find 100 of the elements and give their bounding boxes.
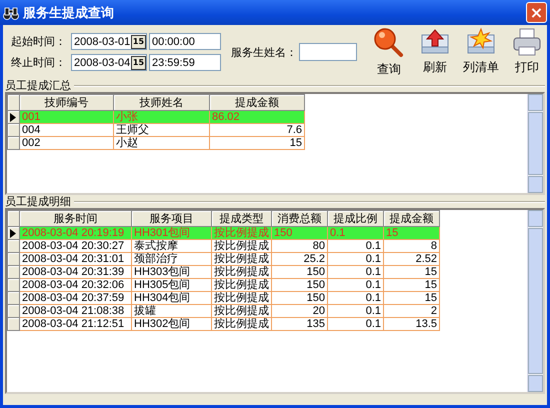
table-cell: HH302包间 [132,318,212,330]
table-cell: 拔罐 [132,304,212,318]
table-cell: 2008-03-04 20:37:59 [20,292,132,304]
search-button[interactable]: 查询 [369,26,409,78]
table-cell: HH304包间 [132,292,212,304]
group-title: 员工提成明细 [5,195,72,208]
table-cell: 150 [272,266,328,278]
table-cell: 按比例提成 [212,252,272,266]
table-cell: 004 [20,124,114,136]
column-header[interactable]: 提成金额 [384,210,440,226]
binoculars-icon [3,6,19,20]
table-cell: 0.1 [328,266,384,278]
table-cell: HH301包间 [132,226,212,240]
table-cell: 2008-03-04 20:32:06 [20,278,132,292]
table-cell: 小赵 [114,136,210,150]
table-cell: 2008-03-04 21:08:38 [20,304,132,318]
table-cell: 25.2 [272,252,328,266]
column-header[interactable]: 提成比例 [328,210,384,226]
table-cell: 0.1 [328,226,384,240]
table-cell: 2008-03-04 20:19:19 [20,226,132,240]
print-button[interactable]: 打印 [507,26,547,78]
table-cell: 泰式按摩 [132,240,212,252]
date-field[interactable]: 2008-03-04 15 [71,54,147,71]
table-row[interactable]: 002 小赵 15 [8,136,304,150]
scrollbar[interactable] [527,94,543,193]
scrollbar[interactable] [527,210,543,392]
table-cell: 0.1 [328,278,384,292]
group-title: 员工提成汇总 [5,79,72,92]
calendar-button[interactable]: 15 [131,56,146,70]
table-cell: 0.1 [328,292,384,304]
table-cell: 80 [272,240,328,252]
table-cell: 86.02 [210,110,304,124]
refresh-button[interactable]: 刷新 [415,26,455,78]
table-cell: 150 [272,278,328,292]
table-cell: 002 [20,136,114,150]
table-row[interactable]: 2008-03-04 20:32:06 HH305包间 按比例提成 150 0.1 15 [8,278,440,292]
table-cell: 2.52 [384,252,440,266]
table-cell: 15 [210,136,304,150]
table-cell: 7.6 [210,124,304,136]
column-header[interactable]: 消费总额 [272,210,328,226]
date-field[interactable]: 2008-03-01 15 [71,33,147,50]
table-cell: 王师父 [114,124,210,136]
table-cell: 2008-03-04 21:12:51 [20,318,132,330]
table-cell: 按比例提成 [212,278,272,292]
table-cell: 0.1 [328,304,384,318]
table-cell: 按比例提成 [212,240,272,252]
table-cell: 按比例提成 [212,304,272,318]
table-cell: 001 [20,110,114,124]
table-cell: 150 [272,226,328,240]
table-cell: HH305包间 [132,278,212,292]
table-cell: 2 [384,304,440,318]
close-button[interactable]: × [526,2,547,23]
table-cell: 15 [384,292,440,304]
table-cell: 13.5 [384,318,440,330]
table-cell: 15 [384,266,440,278]
time-field[interactable]: 00:00:00 [149,33,221,50]
column-header[interactable]: 服务时间 [20,210,132,226]
table-cell: 135 [272,318,328,330]
column-header[interactable]: 提成金额 [210,94,304,110]
table-cell: 2008-03-04 20:31:39 [20,266,132,278]
waiter-name-field[interactable] [299,43,357,61]
table-cell: 150 [272,292,328,304]
column-header[interactable]: 技师姓名 [114,94,210,110]
current-row-icon [10,112,16,122]
table-cell: 15 [384,226,440,240]
calendar-button[interactable]: 15 [131,34,146,48]
table-cell: 小张 [114,110,210,124]
list-button[interactable]: 列清单 [461,26,501,78]
time-field[interactable]: 23:59:59 [149,54,221,71]
field-label: 起始时间： [11,34,67,49]
field-label: 终止时间： [11,55,67,70]
table-row[interactable]: 004 王师父 7.6 [8,124,304,136]
table-cell: 0.1 [328,240,384,252]
table-cell: 0.1 [328,252,384,266]
column-header[interactable]: 技师编号 [20,94,114,110]
table-row[interactable]: 2008-03-04 20:31:01 颈部治疗 按比例提成 25.2 0.1 2.52 [8,252,440,266]
field-label: 服务生姓名： [231,44,297,60]
table-cell: 2008-03-04 20:31:01 [20,252,132,266]
table-cell: 按比例提成 [212,292,272,304]
table-cell: 15 [384,278,440,292]
table-row[interactable]: 2008-03-04 20:31:39 HH303包间 按比例提成 150 0.1 15 [8,266,440,278]
table-row[interactable]: 2008-03-04 20:30:27 泰式按摩 按比例提成 80 0.1 8 [8,240,440,252]
table-cell: 颈部治疗 [132,252,212,266]
table-cell: 按比例提成 [212,266,272,278]
column-header[interactable]: 提成类型 [212,210,272,226]
magnifier-icon [373,26,405,58]
column-header[interactable]: 服务项目 [132,210,212,226]
table-cell: 8 [384,240,440,252]
table-cell: HH303包间 [132,266,212,278]
printer-icon [511,26,543,56]
table-row[interactable]: 2008-03-04 20:37:59 HH304包间 按比例提成 150 0.1 15 [8,292,440,304]
table-cell: 0.1 [328,318,384,330]
current-row-icon [10,228,16,238]
table-cell: 按比例提成 [212,226,272,240]
table-row[interactable]: 2008-03-04 21:08:38 拔罐 按比例提成 20 0.1 2 [8,304,440,318]
table-cell: 20 [272,304,328,318]
table-row[interactable]: 2008-03-04 21:12:51 HH302包间 按比例提成 135 0.1 13.5 [8,318,440,330]
window-title: 服务生提成查询 [23,4,115,22]
table-cell: 2008-03-04 20:30:27 [20,240,132,252]
table-cell: 按比例提成 [212,318,272,330]
